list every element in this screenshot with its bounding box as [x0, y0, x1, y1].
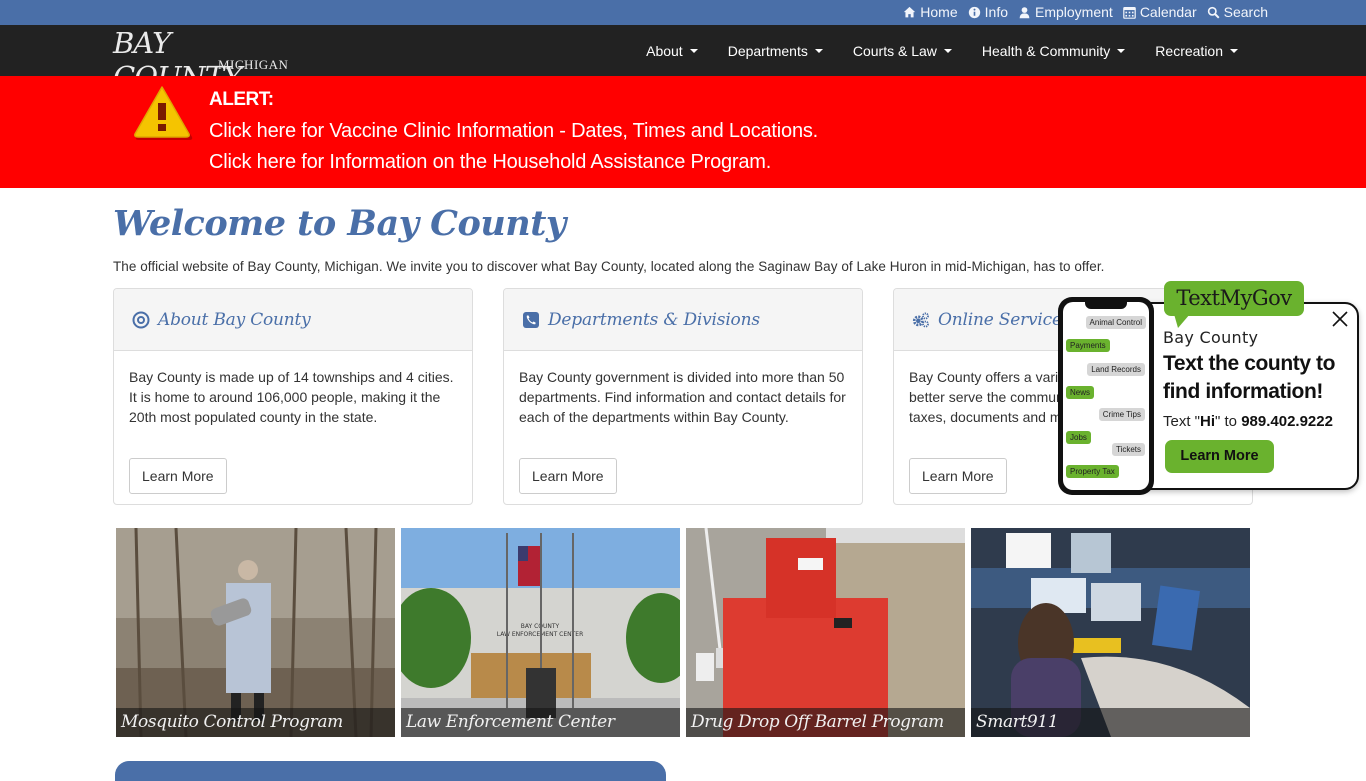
nav-item-label: Departments — [727, 42, 808, 59]
utility-link-label: Employment — [1035, 4, 1113, 20]
close-icon[interactable] — [1330, 309, 1350, 329]
law-enforcement-center-photo: BAY COUNTY LAW ENFORCEMENT CENTER — [401, 528, 680, 737]
learn-more-button[interactable]: Learn More — [909, 458, 1007, 494]
nav-item-about[interactable]: About — [631, 43, 713, 59]
nav-item-recreation[interactable]: Recreation — [1140, 43, 1253, 59]
card-header: Departments & Divisions — [504, 289, 862, 351]
card-about: About Bay County Bay County is made up o… — [113, 288, 473, 505]
info-icon — [968, 6, 980, 18]
card-body: Bay County is made up of 14 townships an… — [114, 351, 472, 504]
drug-drop-off-barrel-photo — [686, 528, 965, 737]
alert-banner: ALERT: Click here for Vaccine Clinic Inf… — [0, 76, 1366, 188]
utility-link-label: Home — [920, 4, 958, 20]
utility-link-info[interactable]: Info — [968, 4, 1008, 20]
bubble: Jobs — [1066, 431, 1091, 444]
utility-bar: Home Info Employment Calendar Search — [0, 0, 1366, 25]
textmygov-instruction: Text "Hi" to 989.402.9222 — [1163, 413, 1333, 430]
utility-link-label: Search — [1223, 4, 1268, 20]
card-title[interactable]: About Bay County — [158, 310, 311, 330]
nav-item-health-community[interactable]: Health & Community — [967, 43, 1140, 59]
card-title[interactable]: Departments & Divisions — [548, 310, 760, 330]
textmygov-headline: Text the county to find information! — [1163, 352, 1336, 403]
bubble: News — [1066, 386, 1095, 399]
learn-more-button[interactable]: Learn More — [519, 458, 617, 494]
alert-title: ALERT: — [209, 89, 274, 110]
nav-item-label: Courts & Law — [852, 42, 937, 59]
bubble: Property Tax — [1066, 465, 1119, 478]
speech-tail-icon — [1174, 314, 1190, 328]
smart911-photo — [971, 528, 1250, 737]
bubble: Land Records — [1087, 363, 1145, 376]
phone-notch — [1085, 302, 1127, 309]
textmygov-county: Bay County — [1163, 328, 1259, 347]
caret-down-icon — [814, 48, 823, 53]
phone-icon — [523, 311, 539, 328]
main-navbar: BAY COUNTY MICHIGAN About Departments Co… — [0, 25, 1366, 94]
card-header: About Bay County — [114, 289, 472, 351]
tile-law-enforcement-center[interactable]: BAY COUNTY LAW ENFORCEMENT CENTER Law En… — [401, 528, 680, 737]
caret-down-icon — [689, 48, 698, 53]
tile-caption: Law Enforcement Center — [401, 708, 680, 737]
nav-item-courts-law[interactable]: Courts & Law — [838, 43, 967, 59]
nav-item-label: Recreation — [1155, 42, 1223, 59]
utility-link-calendar[interactable]: Calendar — [1123, 4, 1197, 20]
tile-drug-drop-off[interactable]: Drug Drop Off Barrel Program — [686, 528, 965, 737]
compass-icon — [132, 311, 150, 328]
bubble: Payments — [1066, 339, 1110, 352]
alert-link-vaccine[interactable]: Click here for Vaccine Clinic Informatio… — [209, 116, 818, 147]
site-logo[interactable]: BAY COUNTY MICHIGAN — [113, 25, 303, 94]
mosquito-control-photo — [116, 528, 395, 737]
search-icon — [1207, 6, 1220, 18]
tile-mosquito-control[interactable]: Mosquito Control Program — [116, 528, 395, 737]
warning-icon — [134, 86, 193, 140]
intro-text: The official website of Bay County, Mich… — [113, 259, 1105, 274]
nav-item-label: Health & Community — [981, 42, 1111, 59]
alert-link-household-assistance[interactable]: Click here for Information on the Househ… — [209, 147, 818, 178]
utility-link-search[interactable]: Search — [1207, 4, 1268, 20]
user-icon — [1019, 6, 1030, 18]
instruction-keyword: Hi — [1200, 413, 1216, 430]
utility-link-home[interactable]: Home — [903, 4, 958, 20]
caret-down-icon — [943, 48, 952, 53]
textmygov-widget: TextMyGov Bay County Text the county to … — [1058, 280, 1360, 495]
bubble: Animal Control — [1085, 316, 1146, 329]
alert-content: ALERT: Click here for Vaccine Clinic Inf… — [209, 89, 818, 178]
utility-link-label: Calendar — [1139, 4, 1197, 20]
tile-caption: Smart911 — [971, 708, 1250, 737]
textmygov-learn-more-button[interactable]: Learn More — [1165, 440, 1274, 473]
card-body: Bay County government is divided into mo… — [504, 351, 862, 504]
learn-more-button[interactable]: Learn More — [129, 458, 227, 494]
bubble: Crime Tips — [1098, 408, 1145, 421]
phone-illustration: Animal Control Payments Land Records New… — [1058, 297, 1154, 495]
bottom-section-header — [115, 761, 666, 781]
tile-caption: Drug Drop Off Barrel Program — [686, 708, 965, 737]
gears-icon — [912, 312, 929, 327]
utility-link-label: Info — [984, 4, 1008, 20]
instruction-number: 989.402.9222 — [1241, 413, 1333, 430]
utility-links: Home Info Employment Calendar Search — [903, 4, 1268, 20]
bubble: Tickets — [1111, 443, 1145, 456]
instruction-mid: " to — [1215, 413, 1242, 430]
calendar-icon — [1123, 6, 1136, 19]
tile-smart911[interactable]: Smart911 — [971, 528, 1250, 737]
caret-down-icon — [1230, 48, 1238, 53]
utility-link-employment[interactable]: Employment — [1018, 4, 1113, 20]
page-title: Welcome to Bay County — [113, 203, 566, 244]
tile-caption: Mosquito Control Program — [116, 708, 395, 737]
logo-subtitle: MICHIGAN — [218, 57, 289, 72]
card-text: Bay County government is divided into mo… — [519, 369, 846, 425]
nav-item-departments[interactable]: Departments — [713, 43, 838, 59]
textmygov-logo: TextMyGov — [1164, 281, 1304, 316]
card-text: Bay County is made up of 14 townships an… — [129, 369, 454, 425]
card-title[interactable]: Online Services — [938, 310, 1071, 330]
phone-screen: Animal Control Payments Land Records New… — [1063, 302, 1149, 490]
home-icon — [904, 6, 916, 17]
nav-item-label: About — [646, 42, 683, 59]
instruction-prefix: Text " — [1163, 413, 1201, 430]
caret-down-icon — [1117, 48, 1126, 53]
nav-menu: About Departments Courts & Law Health & … — [631, 25, 1253, 76]
card-departments: Departments & Divisions Bay County gover… — [503, 288, 863, 505]
